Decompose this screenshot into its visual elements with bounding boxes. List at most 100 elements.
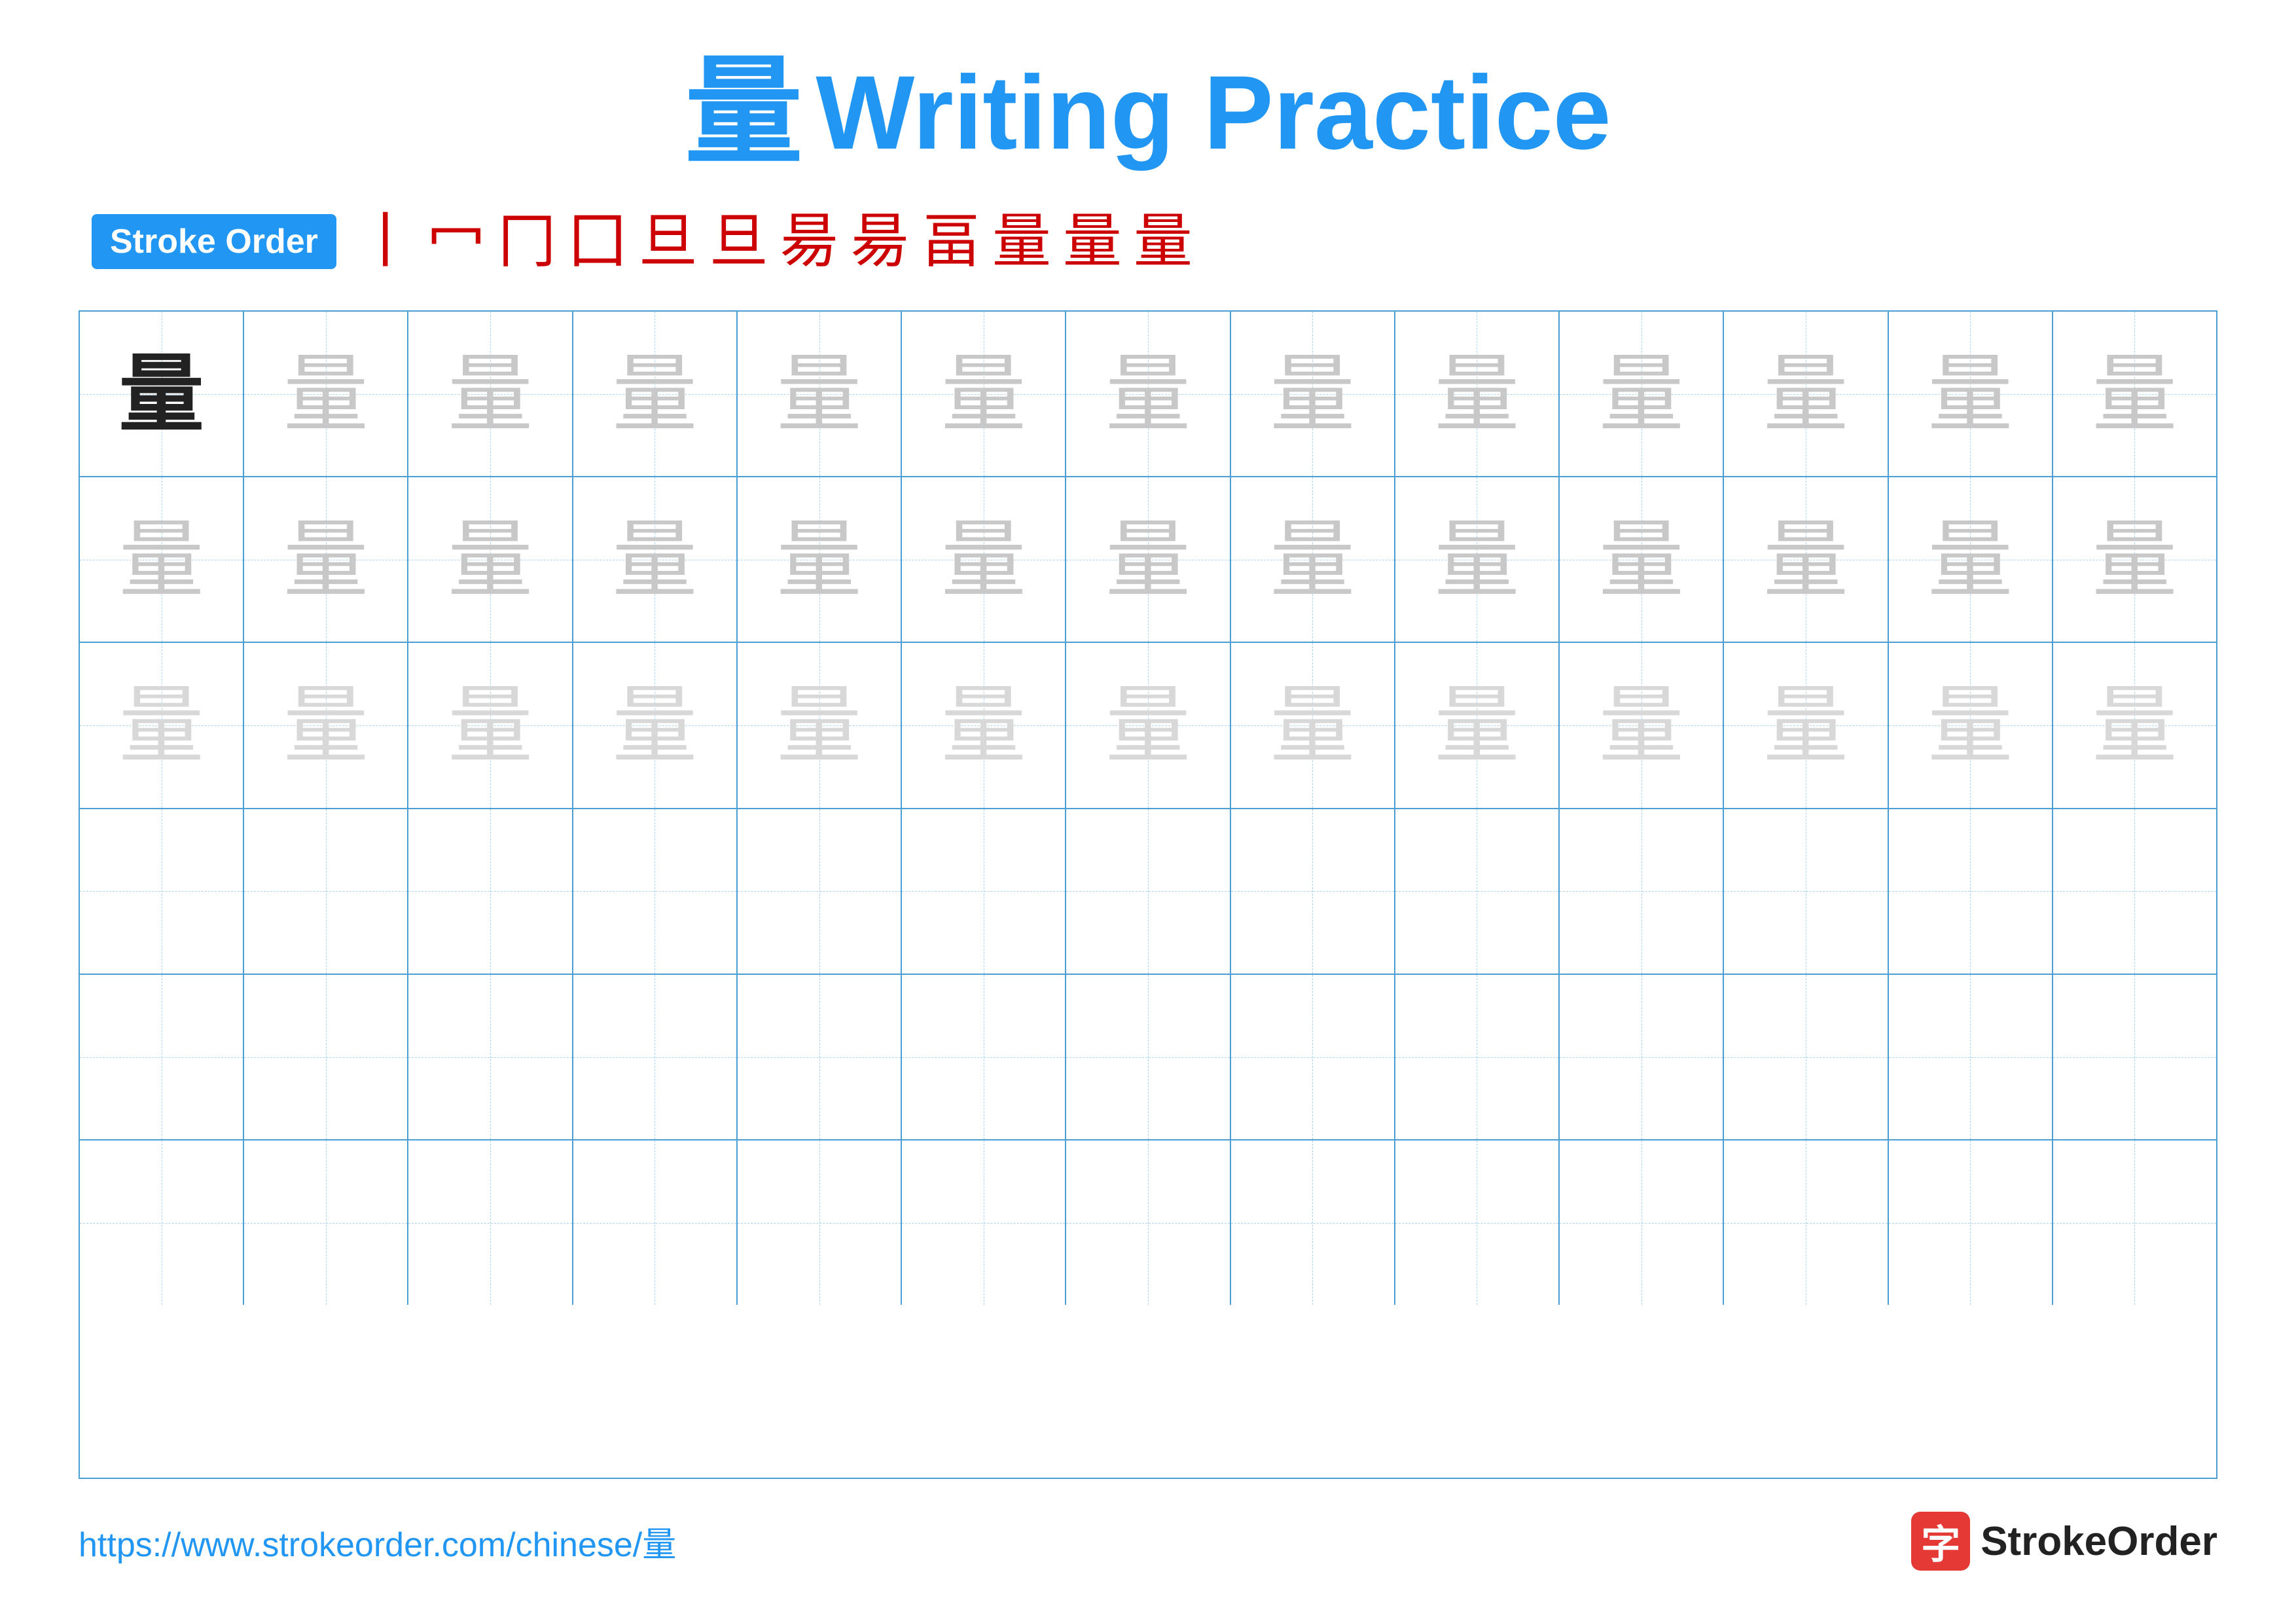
grid-cell[interactable]	[1231, 975, 1395, 1139]
grid-cell[interactable]	[80, 1140, 244, 1305]
grid-cell[interactable]: 量	[902, 643, 1066, 807]
grid-cell[interactable]	[2053, 975, 2216, 1139]
grid-cell[interactable]: 量	[408, 477, 573, 642]
grid-cell[interactable]: 量	[738, 643, 902, 807]
grid-cell[interactable]	[2053, 1140, 2216, 1305]
grid-cell[interactable]: 量	[1560, 477, 1724, 642]
grid-row-4	[80, 809, 2216, 975]
grid-cell[interactable]: 量	[738, 477, 902, 642]
stroke-7: 昜	[780, 212, 839, 271]
grid-cell[interactable]: 量	[80, 477, 244, 642]
grid-cell[interactable]: 量	[1066, 643, 1230, 807]
grid-cell[interactable]: 量	[1066, 312, 1230, 476]
grid-cell[interactable]: 量	[80, 643, 244, 807]
grid-cell[interactable]: 量	[573, 312, 738, 476]
page: 量 Writing Practice Stroke Order 丨 冖 冂 囗 …	[0, 0, 2296, 1623]
grid-cell[interactable]: 量	[2053, 477, 2216, 642]
footer-url[interactable]: https://www.strokeorder.com/chinese/量	[79, 1517, 676, 1566]
stroke-10: 量	[992, 212, 1051, 271]
stroke-1: 丨	[356, 212, 415, 271]
grid-cell[interactable]: 量	[1724, 312, 1888, 476]
grid-cell[interactable]: 量	[1231, 477, 1395, 642]
grid-cell[interactable]: 量	[408, 643, 573, 807]
grid-cell[interactable]	[573, 809, 738, 974]
grid-cell[interactable]	[1560, 809, 1724, 974]
grid-cell[interactable]	[408, 809, 573, 974]
grid-cell[interactable]	[902, 809, 1066, 974]
grid-cell[interactable]: 量	[244, 477, 408, 642]
grid-cell[interactable]: 量	[244, 312, 408, 476]
stroke-9: 畐	[922, 212, 980, 271]
grid-cell[interactable]: 量	[738, 312, 902, 476]
grid-cell[interactable]	[1231, 1140, 1395, 1305]
footer: https://www.strokeorder.com/chinese/量 字 …	[79, 1512, 2217, 1571]
grid-cell[interactable]: 量	[573, 643, 738, 807]
grid-cell[interactable]: 量	[408, 312, 573, 476]
grid-cell[interactable]: 量	[1724, 477, 1888, 642]
grid-cell[interactable]	[408, 1140, 573, 1305]
grid-cell[interactable]	[1395, 809, 1560, 974]
grid-cell[interactable]	[738, 975, 902, 1139]
grid-cell[interactable]: 量	[2053, 312, 2216, 476]
grid-cell[interactable]: 量	[1889, 477, 2053, 642]
grid-cell[interactable]	[738, 809, 902, 974]
grid-cell[interactable]	[244, 809, 408, 974]
grid-cell[interactable]	[1724, 975, 1888, 1139]
grid-cell[interactable]: 量	[1560, 312, 1724, 476]
grid-cell[interactable]	[1889, 809, 2053, 974]
grid-cell[interactable]: 量	[1889, 643, 2053, 807]
grid-cell[interactable]: 量	[80, 312, 244, 476]
stroke-order-badge: Stroke Order	[92, 214, 336, 269]
grid-cell[interactable]	[573, 975, 738, 1139]
grid-cell[interactable]	[244, 1140, 408, 1305]
grid-cell[interactable]	[1066, 975, 1230, 1139]
grid-cell[interactable]: 量	[1395, 477, 1560, 642]
grid-cell[interactable]: 量	[1889, 312, 2053, 476]
grid-cell[interactable]	[1066, 1140, 1230, 1305]
grid-cell[interactable]	[80, 975, 244, 1139]
grid-cell[interactable]	[408, 975, 573, 1139]
grid-cell[interactable]	[244, 975, 408, 1139]
grid-cell[interactable]	[2053, 809, 2216, 974]
grid-cell[interactable]	[902, 975, 1066, 1139]
grid-cell[interactable]	[1395, 1140, 1560, 1305]
grid-cell[interactable]: 量	[902, 477, 1066, 642]
grid-row-3: 量 量 量 量 量 量 量 量 量 量 量 量 量	[80, 643, 2216, 809]
grid-cell[interactable]: 量	[902, 312, 1066, 476]
grid-cell[interactable]: 量	[1231, 312, 1395, 476]
footer-logo: 字 StrokeOrder	[1911, 1512, 2217, 1571]
grid-cell[interactable]: 量	[1395, 643, 1560, 807]
grid-cell[interactable]	[1724, 1140, 1888, 1305]
grid-cell[interactable]: 量	[1066, 477, 1230, 642]
grid-row-6	[80, 1140, 2216, 1305]
grid-cell[interactable]	[902, 1140, 1066, 1305]
grid-cell[interactable]: 量	[573, 477, 738, 642]
grid-cell[interactable]	[1560, 1140, 1724, 1305]
grid-cell[interactable]	[573, 1140, 738, 1305]
grid-cell[interactable]	[1395, 975, 1560, 1139]
grid-cell[interactable]	[1889, 975, 2053, 1139]
grid-cell[interactable]: 量	[1395, 312, 1560, 476]
stroke-6: 旦	[709, 212, 768, 271]
stroke-2: 冖	[427, 212, 486, 271]
grid-row-1: 量 量 量 量 量 量 量 量 量 量 量 量 量	[80, 312, 2216, 477]
grid-cell[interactable]: 量	[1560, 643, 1724, 807]
grid-cell[interactable]	[1560, 975, 1724, 1139]
grid-cell[interactable]	[1231, 809, 1395, 974]
grid-cell[interactable]	[1066, 809, 1230, 974]
stroke-12: 量	[1134, 212, 1193, 271]
stroke-8: 昜	[851, 212, 910, 271]
grid-cell[interactable]	[1724, 809, 1888, 974]
strokeorder-icon: 字	[1911, 1512, 1970, 1571]
grid-cell[interactable]: 量	[244, 643, 408, 807]
grid-cell[interactable]: 量	[1231, 643, 1395, 807]
grid-cell[interactable]	[80, 809, 244, 974]
footer-logo-text: StrokeOrder	[1981, 1518, 2217, 1565]
grid-cell[interactable]: 量	[2053, 643, 2216, 807]
grid-cell[interactable]	[1889, 1140, 2053, 1305]
stroke-3: 冂	[497, 212, 556, 271]
stroke-5: 旦	[639, 212, 698, 271]
grid-cell[interactable]: 量	[1724, 643, 1888, 807]
grid-cell[interactable]	[738, 1140, 902, 1305]
grid-row-5	[80, 975, 2216, 1140]
